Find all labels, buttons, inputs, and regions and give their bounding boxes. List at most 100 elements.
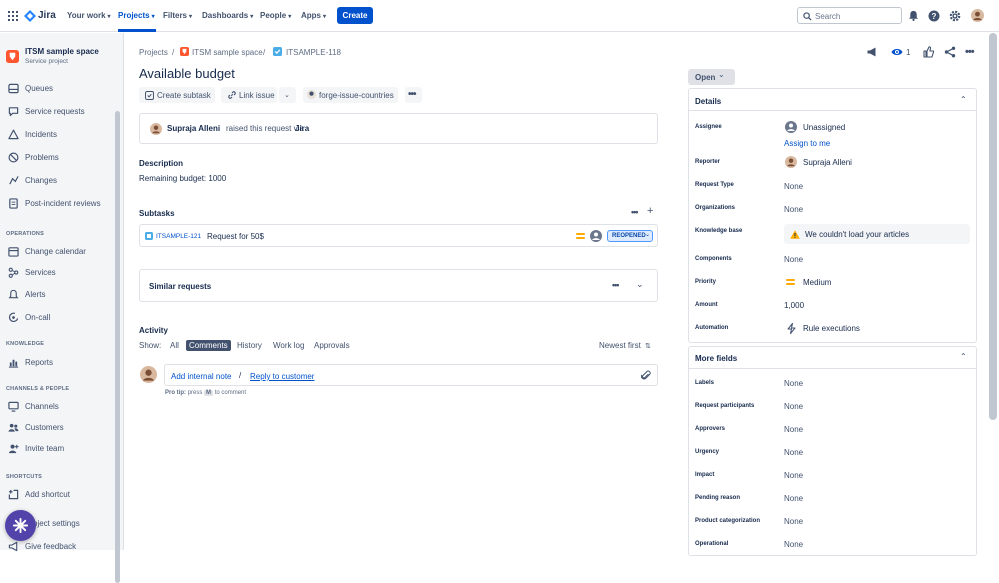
- activity-heading: Activity: [139, 326, 168, 335]
- more-fields-heading[interactable]: More fields: [695, 354, 737, 363]
- field-value-pending-reason[interactable]: None: [784, 494, 803, 503]
- notifications-icon[interactable]: [908, 10, 919, 21]
- tab-history[interactable]: History: [234, 340, 265, 351]
- nav-dashboards[interactable]: Dashboards ▾: [202, 11, 253, 20]
- link-issue-dropdown[interactable]: ⌄: [279, 87, 296, 103]
- similar-requests-panel[interactable]: Similar requests ••• ⌄: [139, 269, 658, 302]
- sidebar-item-services[interactable]: Services: [0, 263, 112, 283]
- search-input[interactable]: Search: [797, 7, 902, 24]
- field-value-organizations[interactable]: None: [784, 205, 803, 214]
- subtasks-more-icon[interactable]: •••: [631, 207, 639, 217]
- field-value-automation[interactable]: Rule executions: [803, 324, 860, 333]
- description-text[interactable]: Remaining budget: 1000: [139, 174, 226, 183]
- field-value-amount[interactable]: 1,000: [784, 301, 804, 310]
- chevron-up-icon[interactable]: ⌃: [960, 352, 967, 361]
- tab-approvals[interactable]: Approvals: [311, 340, 353, 351]
- sidebar-item-incidents[interactable]: Incidents: [0, 125, 112, 145]
- chevron-down-icon: ▾: [288, 14, 292, 20]
- reply-to-customer-link[interactable]: Reply to customer: [250, 372, 314, 381]
- changes-icon: [9, 176, 19, 185]
- settings-gear-icon[interactable]: [949, 10, 961, 22]
- watch-eye-icon[interactable]: [891, 47, 903, 57]
- breadcrumb-issue-key[interactable]: ITSAMPLE-118: [286, 48, 341, 57]
- sort-order-button[interactable]: Newest first ⇅: [599, 341, 651, 350]
- sidebar-item-label: Queues: [25, 84, 54, 93]
- requester-name[interactable]: Supraja Alleni: [167, 124, 220, 133]
- field-value-approvers[interactable]: None: [784, 425, 803, 434]
- share-icon[interactable]: [944, 46, 956, 58]
- floating-help-button[interactable]: [5, 510, 36, 541]
- field-value-product-categorization[interactable]: None: [784, 517, 803, 526]
- field-value-request-participants[interactable]: None: [784, 402, 803, 411]
- on-call-icon: [8, 312, 19, 323]
- sidebar-item-label: On-call: [25, 313, 51, 322]
- vote-thumbs-up-icon[interactable]: [923, 46, 935, 58]
- subtask-status-dropdown[interactable]: REOPENED ⌄: [607, 230, 653, 242]
- nav-projects[interactable]: Projects ▾: [118, 11, 155, 20]
- more-actions-icon[interactable]: •••: [965, 46, 975, 58]
- sidebar-item-add-shortcut[interactable]: Add shortcut: [0, 485, 112, 505]
- sidebar-item-invite-team[interactable]: Invite team: [0, 439, 112, 459]
- create-subtask-button[interactable]: Create subtask: [139, 87, 215, 103]
- field-value-assignee[interactable]: Unassigned: [803, 123, 845, 132]
- status-dropdown[interactable]: Open ⌄: [688, 69, 735, 85]
- tab-work-log[interactable]: Work log: [270, 340, 307, 351]
- tab-comments[interactable]: Comments: [186, 340, 231, 351]
- user-avatar[interactable]: [971, 9, 984, 22]
- subtask-summary[interactable]: Request for 50$: [207, 232, 264, 241]
- subtask-row[interactable]: ITSAMPLE-121 Request for 50$ REOPENED ⌄: [139, 224, 658, 247]
- add-subtask-icon[interactable]: +: [647, 205, 653, 217]
- sidebar-item-problems[interactable]: Problems: [0, 148, 112, 168]
- details-heading[interactable]: Details: [695, 97, 721, 106]
- nav-apps[interactable]: Apps ▾: [301, 11, 326, 20]
- feedback-megaphone-icon[interactable]: [866, 46, 878, 58]
- field-value-reporter[interactable]: Supraja Alleni: [803, 158, 852, 167]
- nav-filters[interactable]: Filters ▾: [163, 11, 192, 20]
- field-value-components[interactable]: None: [784, 255, 803, 264]
- project-name[interactable]: ITSM sample space: [25, 47, 99, 56]
- attachment-icon[interactable]: [641, 370, 651, 381]
- help-icon[interactable]: ?: [928, 10, 940, 22]
- sidebar-item-post-incident-reviews[interactable]: Post-incident reviews: [0, 194, 112, 214]
- more-toolbar-button[interactable]: •••: [405, 87, 422, 103]
- page-scrollbar[interactable]: [989, 33, 997, 420]
- sidebar-item-changes[interactable]: Changes: [0, 171, 112, 191]
- tab-all[interactable]: All: [167, 340, 182, 351]
- chevron-down-icon[interactable]: ⌄: [636, 279, 644, 290]
- sidebar-item-customers[interactable]: Customers: [0, 418, 112, 438]
- jira-wordmark: Jira: [38, 10, 56, 21]
- field-value-urgency[interactable]: None: [784, 448, 803, 457]
- subtask-key[interactable]: ITSAMPLE-121: [156, 233, 201, 240]
- breadcrumb-space[interactable]: ITSM sample space: [192, 48, 263, 57]
- sidebar-item-channels[interactable]: Channels: [0, 397, 112, 417]
- chevron-up-icon[interactable]: ⌃: [960, 95, 967, 104]
- field-value-labels[interactable]: None: [784, 379, 803, 388]
- create-button[interactable]: Create: [337, 7, 373, 24]
- sidebar-item-service-requests[interactable]: Service requests: [0, 102, 112, 122]
- field-value-request-type[interactable]: None: [784, 182, 803, 191]
- issue-title[interactable]: Available budget: [139, 66, 235, 81]
- nav-your-work[interactable]: Your work ▾: [67, 11, 111, 20]
- add-internal-note-link[interactable]: Add internal note: [171, 372, 232, 381]
- link-issue-button[interactable]: Link issue: [221, 87, 277, 103]
- assign-to-me-link[interactable]: Assign to me: [784, 139, 830, 148]
- sidebar-item-on-call[interactable]: On-call: [0, 308, 112, 328]
- breadcrumb-projects[interactable]: Projects: [139, 48, 168, 57]
- sidebar-item-reports[interactable]: Reports: [0, 353, 112, 373]
- forge-app-button[interactable]: forge-issue-countries: [303, 87, 398, 103]
- description-heading: Description: [139, 159, 184, 168]
- sidebar-item-change-calendar[interactable]: Change calendar: [0, 242, 112, 262]
- app-switcher-icon[interactable]: [8, 11, 18, 21]
- similar-requests-more-icon[interactable]: •••: [612, 280, 620, 290]
- field-value-operational[interactable]: None: [784, 540, 803, 549]
- nav-people[interactable]: People ▾: [260, 11, 291, 20]
- project-avatar[interactable]: [6, 50, 19, 63]
- nav-people-label: People: [260, 11, 287, 20]
- sidebar-scrollbar[interactable]: [115, 111, 120, 583]
- lightning-bolt-icon: [787, 323, 796, 334]
- comment-editor[interactable]: Add internal note / Reply to customer: [164, 364, 658, 386]
- sidebar-item-alerts[interactable]: Alerts: [0, 285, 112, 305]
- field-value-impact[interactable]: None: [784, 471, 803, 480]
- sidebar-item-queues[interactable]: Queues: [0, 79, 112, 99]
- field-value-priority[interactable]: Medium: [803, 278, 831, 287]
